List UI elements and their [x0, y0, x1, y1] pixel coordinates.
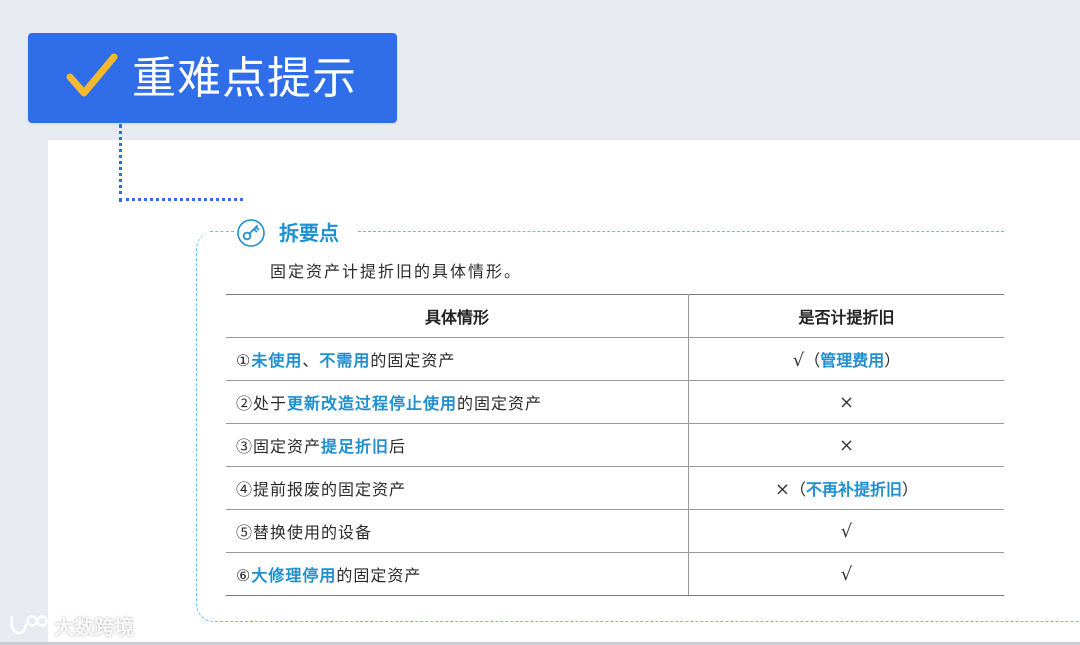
- logo-icon: [10, 615, 48, 635]
- check-mark: √: [840, 520, 853, 542]
- situation-cell: ④提前报废的固定资产: [226, 466, 689, 510]
- cell-text: 的固定资产: [336, 566, 422, 585]
- highlight-text: 更新改造过程停止使用: [287, 394, 458, 413]
- cell-text: ③固定资产: [236, 437, 322, 456]
- depreciation-cell: ×（不再补提折旧）: [688, 466, 1004, 510]
- highlight-text: 不再补提折旧: [806, 480, 903, 499]
- intro-text: 固定资产计提折旧的具体情形。: [270, 262, 523, 281]
- cell-text: （: [790, 480, 807, 499]
- table-body: ①未使用、不需用的固定资产 √（管理费用） ②处于更新改造过程停止使用的固定资产 × ③…: [226, 337, 1004, 596]
- situation-cell: ②处于更新改造过程停止使用的固定资产: [226, 380, 689, 424]
- section-heading: 拆要点: [279, 221, 339, 245]
- cross-mark: ×: [774, 479, 791, 500]
- cell-text: 后: [389, 437, 407, 456]
- connector-horizontal: [119, 198, 243, 201]
- panel-top-border-left: [210, 231, 234, 232]
- cell-text: ⑤替换使用的设备: [236, 523, 373, 542]
- connector-vertical: [119, 124, 122, 202]
- cell-text: 的固定资产: [457, 394, 543, 413]
- cell-text: 的固定资产: [370, 351, 456, 370]
- table-header-row: 具体情形 是否计提折旧: [226, 294, 1004, 338]
- table-row: ④提前报废的固定资产 ×（不再补提折旧）: [226, 466, 1004, 510]
- cell-text: ）: [902, 480, 919, 499]
- cell-text: 、: [302, 351, 320, 370]
- situation-cell: ⑥大修理停用的固定资产: [226, 552, 689, 596]
- column-header-situation: 具体情形: [226, 294, 689, 338]
- situation-cell: ①未使用、不需用的固定资产: [226, 337, 689, 381]
- cell-text: ①: [236, 351, 252, 370]
- table-row: ⑤替换使用的设备 √: [226, 509, 1004, 553]
- cell-text: ⑥: [236, 566, 252, 585]
- table-row: ③固定资产提足折旧后 ×: [226, 423, 1004, 467]
- cross-mark: ×: [838, 391, 855, 413]
- depreciation-cell: ×: [688, 380, 1004, 424]
- key-icon: [237, 219, 265, 247]
- situation-cell: ⑤替换使用的设备: [226, 509, 689, 553]
- column-header-depreciation: 是否计提折旧: [688, 294, 1004, 338]
- cell-text: ④提前报废的固定资产: [236, 480, 407, 499]
- check-mark: √: [840, 563, 853, 585]
- watermark-text: 大数跨境: [54, 614, 134, 639]
- table-row: ②处于更新改造过程停止使用的固定资产 ×: [226, 380, 1004, 424]
- table-row: ⑥大修理停用的固定资产 √: [226, 552, 1004, 596]
- depreciation-cell: ×: [688, 423, 1004, 467]
- cell-text: （: [804, 351, 821, 370]
- situation-cell: ③固定资产提足折旧后: [226, 423, 689, 467]
- watermark: 大数跨境: [8, 610, 134, 640]
- cross-mark: ×: [838, 434, 855, 456]
- depreciation-table: 具体情形 是否计提折旧 ①未使用、不需用的固定资产 √（管理费用） ②处于更新改造过…: [226, 294, 1004, 596]
- cell-text: ②处于: [236, 394, 288, 413]
- highlight-text: 未使用: [251, 351, 303, 370]
- highlight-text: 不需用: [319, 351, 371, 370]
- cell-text: ）: [884, 351, 901, 370]
- depreciation-cell: √: [688, 509, 1004, 553]
- page-title: 重难点提示: [132, 53, 357, 104]
- table-row: ①未使用、不需用的固定资产 √（管理费用）: [226, 337, 1004, 381]
- highlight-text: 大修理停用: [251, 566, 337, 585]
- highlight-text: 管理费用: [820, 351, 885, 370]
- highlight-text: 提足折旧: [321, 437, 390, 456]
- check-mark: √: [792, 350, 805, 371]
- checkmark-icon: [66, 53, 118, 97]
- depreciation-cell: √（管理费用）: [688, 337, 1004, 381]
- depreciation-cell: √: [688, 552, 1004, 596]
- title-badge: 重难点提示: [28, 33, 397, 123]
- panel-top-border: [358, 231, 1004, 232]
